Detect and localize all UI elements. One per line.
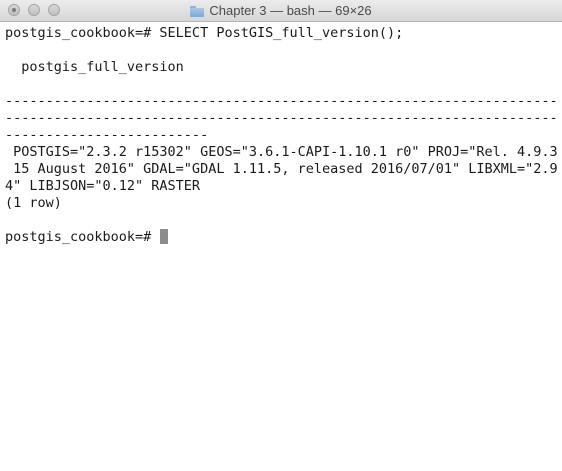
window-title: Chapter 3 — bash — 69×26 — [209, 3, 372, 18]
prompt-text: postgis_cookbook=# — [5, 229, 160, 245]
column-header: postgis_full_version — [5, 59, 184, 75]
separator-line: ----------------------------------------… — [5, 110, 559, 126]
result-line: 15 August 2016" GDAL="GDAL 1.11.5, relea… — [5, 161, 559, 177]
text-cursor — [160, 229, 169, 244]
terminal-window: Chapter 3 — bash — 69×26 postgis_cookboo… — [0, 0, 562, 471]
terminal-output[interactable]: postgis_cookbook=# SELECT PostGIS_full_v… — [5, 25, 559, 246]
result-line: 4" LIBJSON="0.12" RASTER — [5, 178, 201, 194]
separator-line: ----------------------------------------… — [5, 93, 559, 109]
window-title-group: Chapter 3 — bash — 69×26 — [0, 0, 562, 21]
prompt-line[interactable]: postgis_cookbook=# — [5, 229, 559, 246]
title-bar[interactable]: Chapter 3 — bash — 69×26 — [0, 0, 562, 22]
command-line: postgis_cookbook=# SELECT PostGIS_full_v… — [5, 25, 404, 41]
row-count: (1 row) — [5, 195, 62, 211]
result-line: POSTGIS="2.3.2 r15302" GEOS="3.6.1-CAPI-… — [5, 144, 559, 160]
folder-icon — [190, 5, 205, 17]
separator-line: ------------------------- — [5, 127, 209, 143]
